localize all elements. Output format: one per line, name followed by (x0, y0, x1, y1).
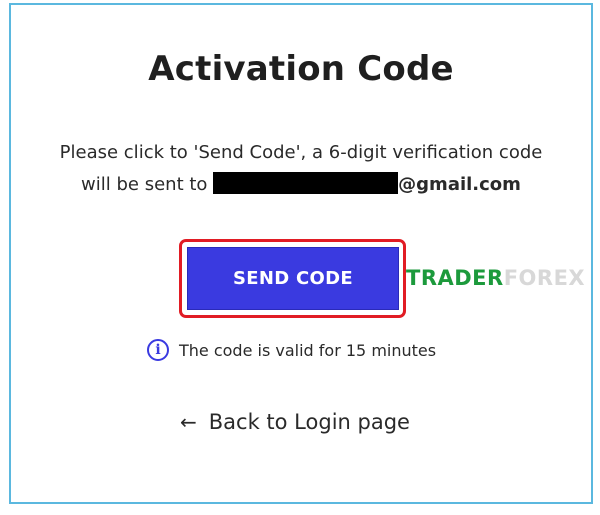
watermark-part-2: FOREX (503, 266, 586, 290)
description-line-1: Please click to 'Send Code', a 6-digit v… (59, 142, 543, 163)
validity-text: The code is valid for 15 minutes (179, 340, 437, 360)
watermark-part-1: TRADER (406, 266, 504, 290)
redacted-email (213, 172, 399, 194)
description-prefix: will be sent to (81, 174, 208, 195)
description-line-2: will be sent to @gmail.com (11, 169, 591, 201)
info-icon: i (147, 339, 169, 361)
page-title: Activation Code (148, 49, 454, 89)
watermark-logo: TRADERFOREX (406, 266, 585, 290)
description: Please click to 'Send Code', a 6-digit v… (11, 137, 591, 201)
send-code-button[interactable]: SEND CODE (187, 247, 399, 310)
back-to-login-link[interactable]: ← Back to Login page (180, 409, 410, 435)
back-to-login-label: Back to Login page (208, 410, 410, 434)
validity-info: i The code is valid for 15 minutes (147, 337, 436, 363)
email-domain: @gmail.com (398, 174, 521, 195)
arrow-left-icon: ← (180, 410, 197, 434)
